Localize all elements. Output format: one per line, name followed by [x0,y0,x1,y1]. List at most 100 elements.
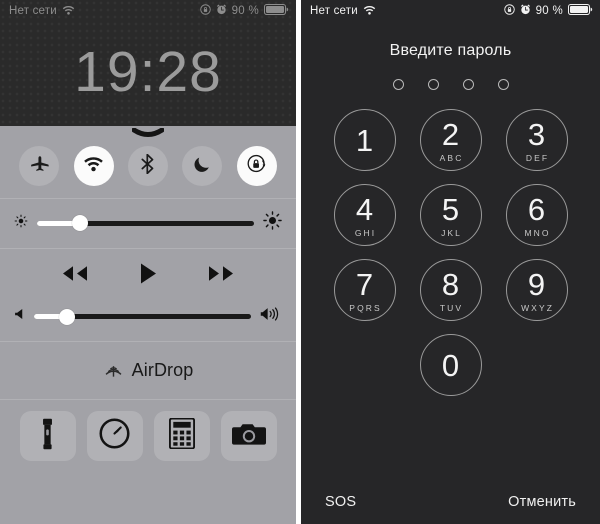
battery-percent-label: 90 % [535,5,563,17]
keypad-row: 4 GHI 5 JKL 6 MNO [333,184,568,246]
toggle-wifi[interactable] [73,146,114,186]
passcode-dots [301,79,600,90]
volume-slider[interactable] [34,308,251,325]
passcode-dot [392,79,404,90]
shortcuts-row [0,399,296,475]
flashlight-icon [41,418,54,455]
sun-large-icon [263,211,282,235]
key-2[interactable]: 2 ABC [419,109,482,171]
battery-icon [264,4,289,18]
brightness-slider-thumb[interactable] [72,215,89,231]
rotation-lock-icon [503,4,515,18]
keypad-row: 0 [419,334,482,396]
airdrop-section: AirDrop [0,341,296,399]
calculator-icon [168,417,195,454]
shortcut-camera[interactable] [220,411,277,461]
toggle-airplane-mode[interactable] [19,146,60,186]
sos-button[interactable]: SOS [325,494,356,510]
carrier-label: Нет сети [310,5,358,17]
speaker-low-icon [14,307,25,326]
toggle-do-not-disturb[interactable] [182,146,223,186]
passcode-bottom-bar: SOS Отменить [301,494,600,510]
brightness-slider-row [0,198,296,248]
key-number: 6 [527,191,546,227]
key-letters: ABC [439,152,464,163]
brightness-section [0,198,296,248]
passcode-title: Введите пароль [389,42,512,59]
rotation-lock-icon [246,153,267,179]
moon-icon [193,155,211,178]
brightness-slider[interactable] [37,215,254,231]
shortcut-flashlight[interactable] [19,411,76,461]
status-bar-right-group: 90 % [503,4,593,18]
camera-icon [231,421,266,452]
key-letters: PQRS [349,302,382,313]
key-1[interactable]: 1 [333,109,396,171]
shortcuts-section [0,399,296,475]
bluetooth-icon [141,153,154,179]
passcode-dot [427,79,439,90]
key-8[interactable]: 8 TUV [419,259,482,321]
lockscreen-clock: 19:28 [74,40,222,104]
chevron-down-grabber-icon [131,126,165,144]
wifi-icon [62,5,75,18]
key-number: 4 [355,191,374,227]
play-icon[interactable] [139,262,157,290]
airplane-icon [30,154,49,178]
key-5[interactable]: 5 JKL [419,184,482,246]
key-number: 2 [441,116,460,152]
status-bar-right-group: 90 % [199,4,289,18]
key-9[interactable]: 9 WXYZ [505,259,568,321]
alarm-clock-icon [216,4,227,18]
status-bar-right: Нет сети 90 % [301,0,600,22]
battery-percent-label: 90 % [231,5,259,17]
shortcut-timer[interactable] [86,411,143,461]
battery-icon [568,4,593,18]
carrier-label: Нет сети [9,5,57,17]
key-3[interactable]: 3 DEF [505,109,568,171]
shortcut-calculator[interactable] [153,411,210,461]
key-letters: DEF [525,152,550,163]
toggle-bluetooth[interactable] [127,146,168,186]
status-bar-left: Нет сети 90 % [0,0,296,22]
fast-forward-icon[interactable] [207,264,237,288]
key-7[interactable]: 7 PQRS [333,259,396,321]
key-letters: JKL [441,227,463,238]
key-number: 3 [527,116,546,152]
key-number: 9 [527,266,546,302]
status-bar-left-group: Нет сети [9,5,75,18]
sun-small-icon [14,214,28,233]
rewind-icon[interactable] [59,264,89,288]
volume-slider-thumb[interactable] [58,308,75,325]
control-center: AirDrop [0,126,296,524]
key-number: 7 [355,266,374,302]
media-controls [0,248,296,341]
media-section [0,248,296,341]
key-4[interactable]: 4 GHI [333,184,396,246]
toggle-row [0,144,296,198]
key-6[interactable]: 6 MNO [505,184,568,246]
passcode-keypad: 1 2 ABC 3 DEF 4 GHI 5 JKL 6 MNO 7 PQRS 8… [301,109,600,396]
airdrop-row[interactable]: AirDrop [0,341,296,399]
keypad-row: 7 PQRS 8 TUV 9 WXYZ [333,259,568,321]
control-center-grabber[interactable] [0,126,296,144]
ios-lockscreen-comparison: Нет сети 90 % 19:28 AirDrop Нет сети 90 … [0,0,600,524]
control-center-panel: Нет сети 90 % 19:28 AirDrop [0,0,296,524]
key-0[interactable]: 0 [419,334,482,396]
status-bar-left-group: Нет сети [310,5,376,18]
rotation-lock-icon [199,4,211,18]
key-number: 5 [441,191,460,227]
key-number: 8 [441,266,460,302]
airdrop-icon [103,357,124,383]
passcode-dot [497,79,509,90]
airdrop-label: AirDrop [131,359,194,380]
toggles-section [0,144,296,198]
key-letters: GHI [354,227,377,238]
key-number: 1 [355,122,374,158]
toggle-rotation-lock[interactable] [236,146,277,186]
passcode-dot [462,79,474,90]
key-letters: WXYZ [521,302,555,313]
cancel-button[interactable]: Отменить [508,494,576,510]
key-letters: TUV [439,302,464,313]
timer-icon [99,418,130,454]
